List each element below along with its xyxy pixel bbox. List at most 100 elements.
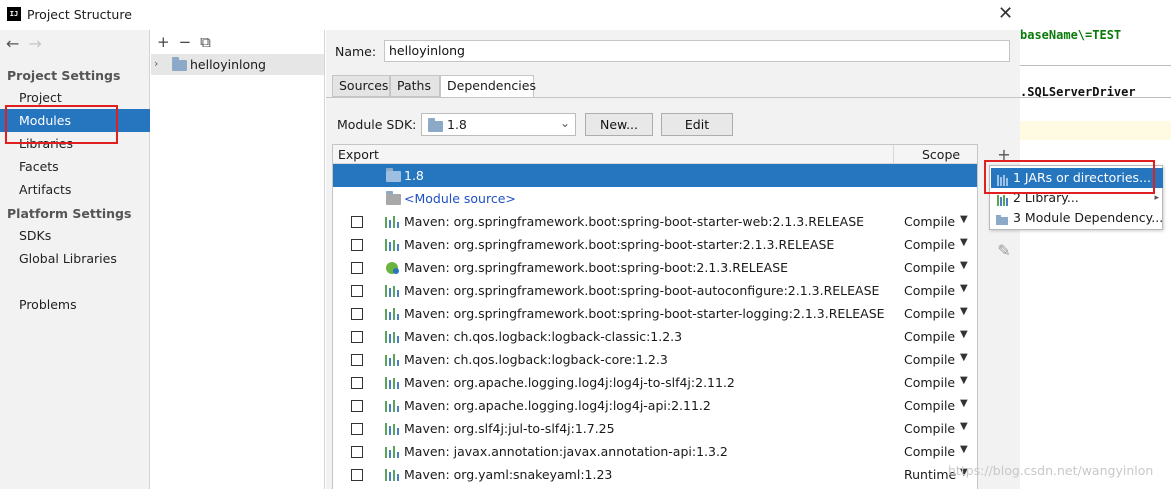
scope-dropdown-arrow-icon[interactable]: ▼ (960, 306, 968, 317)
scope-dropdown-arrow-icon[interactable]: ▼ (960, 260, 968, 271)
add-icon[interactable]: + (157, 33, 170, 51)
expand-chevron-icon[interactable]: › (154, 57, 158, 70)
history-nav: ← → (6, 34, 51, 53)
scope-dropdown-arrow-icon[interactable]: ▼ (960, 237, 968, 248)
module-name-field[interactable]: helloyinlong (384, 40, 1010, 62)
scope-dropdown-arrow-icon[interactable]: ▼ (960, 421, 968, 432)
scope-dropdown[interactable]: Compile (904, 283, 955, 298)
close-icon[interactable]: ✕ (998, 4, 1013, 24)
sidebar-item-libraries[interactable]: Libraries (0, 132, 150, 155)
menu-item-library[interactable]: 2 Library... ▸ (991, 188, 1163, 208)
export-checkbox[interactable] (351, 285, 363, 297)
table-row[interactable]: Maven: ch.qos.logback:logback-classic:1.… (333, 325, 977, 348)
new-sdk-button[interactable]: New... (585, 113, 653, 136)
scope-dropdown[interactable]: Compile (904, 237, 955, 252)
section-project-settings: Project Settings (7, 68, 121, 83)
table-header: Export Scope (333, 145, 977, 164)
sidebar-item-global-libraries[interactable]: Global Libraries (0, 247, 150, 270)
dependency-name: Maven: org.slf4j:jul-to-slf4j:1.7.25 (404, 421, 615, 436)
scope-dropdown[interactable]: Compile (904, 352, 955, 367)
tab-dependencies[interactable]: Dependencies (440, 75, 536, 98)
table-row[interactable]: Maven: org.slf4j:jul-to-slf4j:1.7.25 Comp… (333, 417, 977, 440)
export-checkbox[interactable] (351, 400, 363, 412)
module-sdk-dropdown[interactable]: 1.8 ⌄ (421, 113, 576, 136)
sdk-value: 1.8 (447, 117, 467, 132)
maven-library-icon (385, 376, 400, 389)
library-bars-icon (996, 192, 1008, 206)
dependency-name: Maven: ch.qos.logback:logback-classic:1.… (404, 329, 683, 344)
scope-dropdown-arrow-icon[interactable]: ▼ (960, 444, 968, 455)
maven-library-icon (385, 307, 400, 320)
sidebar-item-project[interactable]: Project (0, 86, 150, 109)
edit-sdk-button[interactable]: Edit (661, 113, 733, 136)
scope-dropdown-arrow-icon[interactable]: ▼ (960, 375, 968, 386)
scope-dropdown[interactable]: Compile (904, 260, 955, 275)
section-platform-settings: Platform Settings (7, 206, 132, 221)
remove-icon[interactable]: − (179, 33, 192, 51)
export-checkbox[interactable] (351, 262, 363, 274)
scope-dropdown-arrow-icon[interactable]: ▼ (960, 398, 968, 409)
menu-item-module-dependency[interactable]: 3 Module Dependency... (991, 208, 1163, 228)
back-arrow-icon[interactable]: ← (6, 34, 19, 53)
column-scope[interactable]: Scope (922, 147, 960, 162)
sidebar-item-artifacts[interactable]: Artifacts (0, 178, 150, 201)
table-row[interactable]: Maven: org.springframework.boot:spring-b… (333, 302, 977, 325)
editor-line-1: baseName\=TEST (1020, 28, 1122, 42)
table-row[interactable]: Maven: org.yaml:snakeyaml:1.23 Runtime ▼ (333, 463, 977, 486)
module-tree-panel: + − ⧉ › helloyinlong (151, 30, 325, 489)
sidebar-item-sdks[interactable]: SDKs (0, 224, 150, 247)
scope-dropdown[interactable]: Compile (904, 375, 955, 390)
export-checkbox[interactable] (351, 308, 363, 320)
table-row[interactable]: Maven: javax.annotation:javax.annotation… (333, 440, 977, 463)
scope-dropdown-arrow-icon[interactable]: ▼ (960, 283, 968, 294)
table-row[interactable]: Maven: org.apache.logging.log4j:log4j-to… (333, 371, 977, 394)
dependency-name: Maven: org.springframework.boot:spring-b… (404, 306, 885, 321)
scope-dropdown[interactable]: Compile (904, 444, 955, 459)
scope-dropdown[interactable]: Compile (904, 329, 955, 344)
chevron-down-icon: ⌄ (559, 116, 570, 130)
table-row[interactable]: Maven: ch.qos.logback:logback-core:1.2.3… (333, 348, 977, 371)
table-row-sdk[interactable]: 1.8 (333, 164, 977, 187)
sidebar-item-modules[interactable]: Modules (0, 109, 150, 132)
export-checkbox[interactable] (351, 354, 363, 366)
edit-dependency-icon[interactable]: ✎ (992, 240, 1016, 262)
export-checkbox[interactable] (351, 377, 363, 389)
add-dependency-icon[interactable]: + (992, 144, 1016, 166)
settings-sidebar: ← → Project Settings Project Modules Libr… (0, 30, 150, 489)
jdk-folder-icon (386, 168, 401, 182)
scope-dropdown-arrow-icon[interactable]: ▼ (960, 352, 968, 363)
sidebar-item-problems[interactable]: Problems (0, 293, 150, 316)
scope-dropdown[interactable]: Compile (904, 214, 955, 229)
export-checkbox[interactable] (351, 446, 363, 458)
sidebar-item-facets[interactable]: Facets (0, 155, 150, 178)
menu-item-jars-or-directories[interactable]: 1 JARs or directories... (991, 168, 1163, 188)
tree-item-module[interactable]: › helloyinlong (151, 54, 324, 75)
export-checkbox[interactable] (351, 331, 363, 343)
scope-dropdown[interactable]: Compile (904, 398, 955, 413)
background-editor: baseName\=TEST .SQLServerDriver (1020, 0, 1171, 489)
intellij-logo-icon: IJ (7, 7, 21, 21)
module-settings-panel: Name: helloyinlong Sources Paths Depende… (326, 30, 1020, 489)
maven-library-icon (385, 330, 400, 343)
export-checkbox[interactable] (351, 423, 363, 435)
scope-dropdown-arrow-icon[interactable]: ▼ (960, 329, 968, 340)
copy-icon[interactable]: ⧉ (200, 33, 211, 51)
tab-paths[interactable]: Paths (390, 75, 440, 97)
column-export[interactable]: Export (338, 147, 379, 162)
submenu-arrow-icon: ▸ (1154, 193, 1159, 203)
table-row[interactable]: Maven: org.springframework.boot:spring-b… (333, 256, 977, 279)
table-row[interactable]: Maven: org.springframework.boot:spring-b… (333, 279, 977, 302)
dependency-name: Maven: org.springframework.boot:spring-b… (404, 283, 880, 298)
table-row[interactable]: Maven: org.springframework.boot:spring-b… (333, 233, 977, 256)
forward-arrow-icon[interactable]: → (28, 34, 41, 53)
export-checkbox[interactable] (351, 216, 363, 228)
table-row[interactable]: Maven: org.springframework.boot:spring-b… (333, 210, 977, 233)
table-row-module-source[interactable]: <Module source> (333, 187, 977, 210)
export-checkbox[interactable] (351, 239, 363, 251)
export-checkbox[interactable] (351, 469, 363, 481)
scope-dropdown[interactable]: Compile (904, 306, 955, 321)
tab-sources[interactable]: Sources (332, 75, 390, 97)
table-row[interactable]: Maven: org.apache.logging.log4j:log4j-ap… (333, 394, 977, 417)
scope-dropdown-arrow-icon[interactable]: ▼ (960, 214, 968, 225)
scope-dropdown[interactable]: Compile (904, 421, 955, 436)
